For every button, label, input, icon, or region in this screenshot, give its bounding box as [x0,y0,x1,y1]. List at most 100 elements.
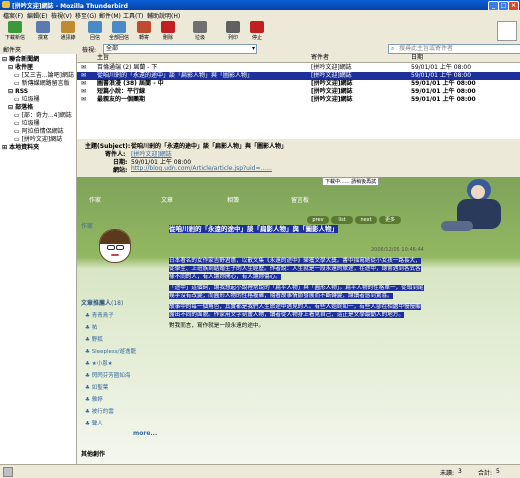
recommender-link[interactable]: ♣ 青青鳥子 [85,310,159,322]
folder-item[interactable]: ⊟ 聯合新聞網 [2,56,39,64]
recommender-link[interactable]: ♣ 聲人 [85,418,159,430]
message-row[interactable]: ✉ 百倫通端 (2) 屆蘭 - 下 [拼吟文迎]網誌 59/01/01 上午 0… [77,64,520,72]
folder-item[interactable]: ⊟ 部落格 [8,104,33,112]
recommender-link[interactable]: ♣ 閃閃芬芳圈如海 [85,370,159,382]
post-title[interactable]: 從咱川剎的「永遠的途中」談「扁影人物」與「圖影人物」 [169,225,424,234]
post-paragraph: 對我而言，寫作就是一段永遠的途中。 [169,323,265,329]
site-link[interactable]: http://blog.udn.com/Article/article.jsp?… [131,165,272,172]
folder-item[interactable]: ▭ 新傳媒網路留言版 [14,80,70,88]
address-book-icon [61,21,75,33]
folder-item[interactable]: ⊟ RSS [8,88,28,96]
recommender-link[interactable]: ♣ 如聖葉 [85,382,159,394]
recommender-link[interactable]: ♣ 被行的雲 [85,406,159,418]
recommender-link[interactable]: ♣ 祐 [85,322,159,334]
folder-item[interactable]: ▭ 垃圾桶 [14,120,40,128]
prev-button[interactable]: prev [307,216,329,224]
folder-item[interactable]: ⊞ 本地資料夾 [2,144,39,152]
forward-icon [137,21,151,33]
app-icon [2,1,10,8]
view-select-value: 全部 [106,45,119,52]
message-header: 主題(Subject): 從咱川剎的「永遠的途中」談「扁影人物」與「圖影人物」 … [77,139,520,178]
message-row[interactable]: ✉ 圖書浪漫 (38) 屆蘭 - 中 [拼吟文迎]網誌 59/01/01 上午 … [77,80,520,88]
more-button[interactable]: 更多 [379,216,401,224]
print-button[interactable]: 列印 [220,21,246,41]
recommenders-heading: 文章推薦人(18) [81,300,124,307]
window-title: [拼吟文迎]網誌 - Mozilla Thunderbird [12,3,128,10]
recommender-link[interactable]: ♣ Sleepless/遊逸龍 [85,346,159,358]
throbber-icon [497,21,517,41]
unread-label: 未讀: [440,470,455,477]
view-select[interactable]: 全部 ▾ [103,44,257,54]
tab-guestbook[interactable]: 留言板 [291,195,309,204]
print-icon [226,21,240,33]
recommender-link[interactable]: ♣ 雅婷 [85,394,159,406]
status-bar: 未讀: 3 合計: 5 [0,464,520,478]
junk-button[interactable]: 垃圾 [187,21,213,41]
post-paragraph: 日本著名的女作家吉野君惠，以散文集《永遠的途中》榮獲文學大獎。書中描寫她從小女孩… [169,258,421,280]
column-subject[interactable]: 主旨 [97,54,109,62]
message-content: 下載中...... 請稍後再試 作家 文章 相簿 留言板 prev list n… [77,177,520,464]
address-book-button[interactable]: 通訊錄 [55,21,81,41]
view-label: 檢視: [82,47,97,54]
reply-icon [88,21,102,33]
character-illustration [427,177,520,242]
site-label: 網站: [113,167,128,174]
next-button[interactable]: next [355,216,377,224]
chevron-down-icon: ▾ [251,45,255,52]
reply-all-button[interactable]: 全部回信 [106,21,132,41]
reply-button[interactable]: 回信 [82,21,108,41]
download-icon [8,21,22,33]
loading-indicator: 下載中...... 請稍後再試 [322,177,380,186]
post-date: 2006/12/05 10:46:44 [371,247,424,253]
offline-icon[interactable] [3,467,13,477]
message-row-selected[interactable]: ✉ 從咱川剎的「永遠的途中」談「扁影人物」與「圖影人物」 [拼吟文迎]網誌 59… [77,72,520,80]
message-row[interactable]: ✉ 短篇小說：平行線 [拼吟文迎]網誌 59/01/01 上午 08:00 [77,88,520,96]
tab-author[interactable]: 作家 [89,195,101,204]
column-sender[interactable]: 寄件者 [311,54,329,62]
list-button[interactable]: list [331,216,353,224]
folder-item[interactable]: ▭ [拼吟文迎]網誌 [14,136,62,144]
search-icon: ⌕ [391,45,395,52]
post-body: 日本著名的女作家吉野君惠，以散文集《永遠的途中》榮獲文學大獎。書中描寫她從小女孩… [169,257,424,330]
forward-button[interactable]: 轉寄 [131,21,157,41]
recommender-link[interactable]: ♣ 野狐 [85,334,159,346]
folder-item[interactable]: ▭ [又三吉...論吧]網誌 [14,72,74,80]
get-mail-button[interactable]: 下載新信 [2,21,28,41]
message-icon: ✉ [81,96,87,103]
message-icon: ✉ [81,72,87,79]
message-row[interactable]: ✉ 最親友的一個團期 [拼吟文迎]網誌 59/01/01 上午 08:00 [77,96,520,104]
more-link[interactable]: more... [133,430,157,437]
title-bar: [拼吟文迎]網誌 - Mozilla Thunderbird _ □ × [0,0,520,11]
thread-column-header: 主旨 寄件者 日期 [77,54,520,63]
author-avatar [99,229,131,263]
message-icon: ✉ [81,64,87,71]
search-input[interactable]: ⌕ 搜尋此主旨或寄件者 [388,44,520,54]
toolbar: 下載新信 撰寫 通訊錄 回信 全部回信 轉寄 刪除 垃圾 列印 停止 [0,19,520,44]
total-count: 5 [496,468,500,475]
post-paragraph: 「途中」這個詞，讓我想起小說裡常說的「扁平人物」與「圓形人物」。扁平人物的性格單… [169,285,424,299]
junk-icon [193,21,207,33]
folder-item[interactable]: ▭ 阿拉伯情侶網誌 [14,128,64,136]
folder-item[interactable]: ⊟ 收件匣 [8,64,33,72]
other-works-heading: 其他創作 [81,451,106,458]
folder-item[interactable]: ▭ 垃圾桶 [14,96,40,104]
author-heading: 作家 [81,223,94,230]
folders-label: 郵件夾 [3,47,22,54]
delete-button[interactable]: 刪除 [155,21,181,41]
stop-icon [250,21,264,33]
compose-button[interactable]: 撰寫 [30,21,56,41]
recommender-link[interactable]: ♣ ★小恩★ [85,358,159,370]
reply-all-icon [112,21,126,33]
recommender-list: ♣ 青青鳥子 ♣ 祐 ♣ 野狐 ♣ Sleepless/遊逸龍 ♣ ★小恩★ ♣… [85,310,159,430]
message-icon: ✉ [81,80,87,87]
folder-item[interactable]: ▭ [部：奇力...4]網誌 [14,112,72,120]
stop-button[interactable]: 停止 [244,21,270,41]
column-date[interactable]: 日期 [411,54,423,62]
message-icon: ✉ [81,88,87,95]
search-placeholder: 搜尋此主旨或寄件者 [399,45,454,52]
delete-icon [161,21,175,33]
tab-album[interactable]: 相簿 [227,195,239,204]
tab-articles[interactable]: 文章 [161,195,173,204]
post-paragraph: 故事中的每一個角色，其實都是我們人生旅途中遇見的人。有些人始終如一，有些人卻在相… [169,304,421,318]
total-label: 合計: [478,470,493,477]
